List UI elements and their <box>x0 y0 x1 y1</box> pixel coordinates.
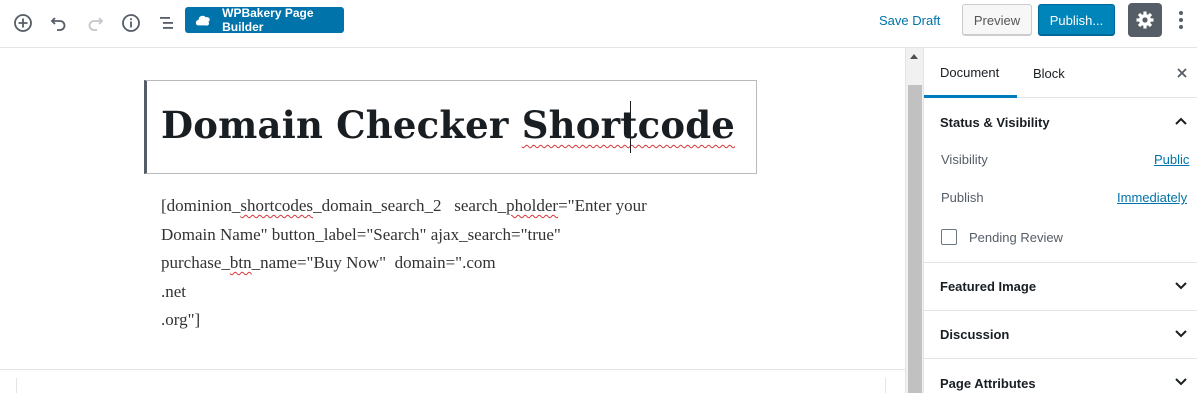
shortcode-paragraph-block[interactable]: [dominion_shortcodes_domain_search_2 sea… <box>161 192 721 335</box>
pending-review-label[interactable]: Pending Review <box>969 230 1063 245</box>
panel-featured-image-toggle[interactable]: Featured Image <box>924 263 1197 311</box>
more-options-button[interactable] <box>1171 5 1191 35</box>
text-span: _domain_search_2 search_ <box>313 196 507 215</box>
tab-document[interactable]: Document <box>924 48 1017 98</box>
scrollbar-thumb[interactable] <box>908 85 922 393</box>
block-navigation-icon[interactable] <box>152 8 182 38</box>
scroll-up-arrow-icon[interactable] <box>910 54 918 59</box>
add-block-icon[interactable] <box>8 8 38 38</box>
chevron-down-icon <box>1175 282 1187 290</box>
sidebar-tabs: Document Block <box>924 48 1197 98</box>
paragraph-line-2: Domain Name" button_label="Search" ajax_… <box>161 224 561 244</box>
chevron-down-icon <box>1175 378 1187 386</box>
post-title-text[interactable]: Domain Checker Shortcode <box>161 103 735 147</box>
wpbakery-logo-icon <box>195 15 210 26</box>
wpbakery-label: WPBakery Page Builder <box>222 6 314 34</box>
panel-title: Featured Image <box>940 279 1037 294</box>
editor-canvas: Domain Checker Shortcode [dominion_short… <box>0 48 905 393</box>
redo-icon[interactable] <box>80 8 110 38</box>
undo-icon[interactable] <box>44 8 74 38</box>
close-sidebar-button[interactable] <box>1175 66 1189 80</box>
paragraph-line-5: .org"] <box>161 310 201 329</box>
misspelled-word: btn <box>229 253 252 272</box>
save-draft-button[interactable]: Save Draft <box>879 13 940 28</box>
panel-page-attributes-toggle[interactable]: Page Attributes <box>924 359 1197 393</box>
settings-button[interactable] <box>1128 3 1162 37</box>
panel-title: Discussion <box>940 327 1010 342</box>
panel-title: Status & Visibility <box>940 114 1050 130</box>
preview-button[interactable]: Preview <box>962 4 1032 36</box>
text-span: [dominion_ <box>161 196 241 215</box>
publish-label: Publish <box>941 190 984 205</box>
post-title-field[interactable]: Domain Checker Shortcode <box>144 80 757 174</box>
misspelled-word: pholder <box>506 196 559 215</box>
panel-status-visibility-toggle[interactable]: Status & Visibility <box>924 98 1197 146</box>
pending-review-checkbox[interactable] <box>941 229 957 245</box>
publish-button[interactable]: Publish... <box>1038 4 1115 36</box>
chevron-up-icon <box>1175 117 1187 125</box>
more-vertical-icon <box>1179 11 1183 29</box>
panel-discussion-toggle[interactable]: Discussion <box>924 311 1197 359</box>
text-span: _name="Buy Now" domain=".com <box>251 253 496 272</box>
editor-header-toolbar: WPBakery Page Builder Save Draft Preview… <box>0 0 1197 48</box>
text-span: ="Enter your <box>558 196 647 215</box>
panel-title: Page Attributes <box>940 376 1036 391</box>
paragraph-line-1: [dominion_shortcodes_domain_search_2 sea… <box>161 192 721 221</box>
gear-icon <box>1136 11 1154 29</box>
editor-footer-divider <box>0 369 905 370</box>
text-span: purchase_ <box>161 253 230 272</box>
close-icon <box>1177 68 1187 78</box>
paragraph-line-3: purchase_btn_name="Buy Now" domain=".com <box>161 249 721 278</box>
tab-block[interactable]: Block <box>1017 48 1077 98</box>
block-appender-edge-right <box>885 378 886 393</box>
publish-date-link[interactable]: Immediately <box>1117 190 1187 205</box>
paragraph-line-4: .net <box>161 281 187 301</box>
title-misspelled-word: Shortcode <box>521 103 736 147</box>
misspelled-word: shortcodes <box>240 196 314 215</box>
chevron-down-icon <box>1175 330 1187 338</box>
wpbakery-page-builder-button[interactable]: WPBakery Page Builder <box>185 6 344 34</box>
settings-sidebar: Document Block Status & Visibility Visib… <box>923 48 1197 393</box>
visibility-link[interactable]: Public <box>1154 152 1189 167</box>
block-appender-edge-left <box>16 378 17 393</box>
visibility-label: Visibility <box>941 152 988 167</box>
editor-scrollbar[interactable] <box>905 48 923 393</box>
text-caret <box>630 101 631 153</box>
title-plain: Domain Checker <box>161 103 522 147</box>
info-icon[interactable] <box>116 8 146 38</box>
